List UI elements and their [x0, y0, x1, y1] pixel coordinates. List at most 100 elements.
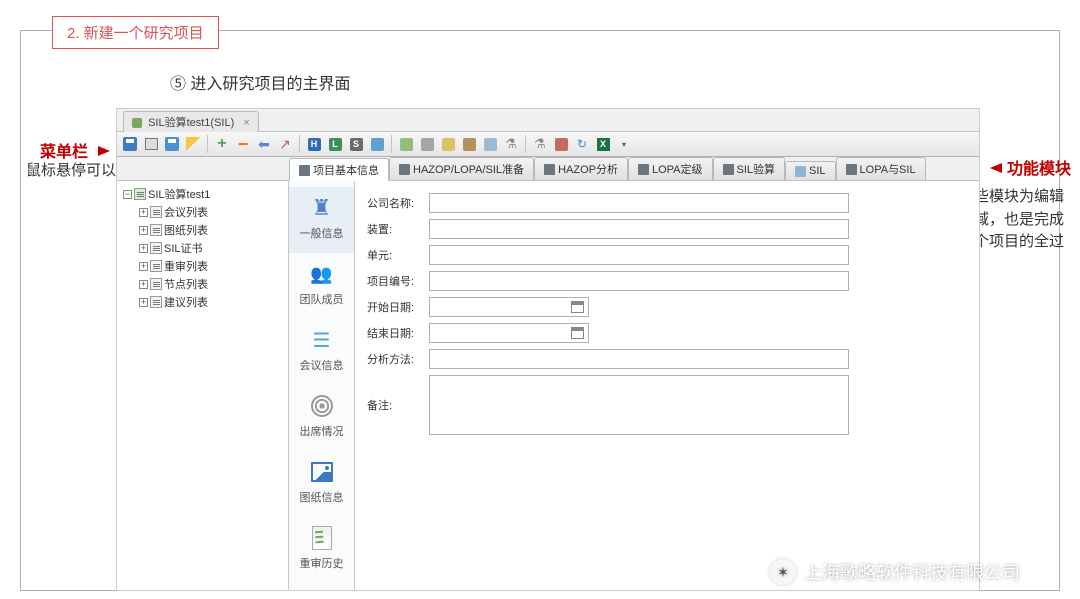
att-icon	[307, 393, 337, 419]
unit-input[interactable]	[429, 245, 849, 265]
toolbar-arrowOut-button[interactable]: ↗	[276, 135, 294, 153]
company-label: 公司名称:	[367, 195, 429, 211]
startdate-input[interactable]	[429, 297, 589, 317]
unit-label: 单元:	[367, 247, 429, 263]
form-area: 公司名称: 装置: 单元: 项目编号: 开始日期: 结束日期:	[355, 181, 979, 590]
team-icon: 👥	[307, 261, 337, 287]
calendar-icon	[571, 327, 584, 339]
tree-item-label: SIL证书	[164, 240, 203, 256]
sidenav-img[interactable]: 图纸信息	[289, 451, 354, 517]
sidenav-info[interactable]: ♜一般信息	[289, 187, 354, 253]
toolbar-flag-button[interactable]	[552, 135, 570, 153]
wechat-icon: ✶	[770, 559, 796, 585]
info-icon: ♜	[307, 195, 337, 221]
toolbar-sheet2-button[interactable]	[481, 135, 499, 153]
sidenav-label: 重审历史	[300, 555, 344, 571]
module-tab-4[interactable]: SIL验算	[713, 157, 786, 180]
module-tab-0[interactable]: 项目基本信息	[289, 158, 389, 181]
toolbar-excel-button[interactable]: X	[594, 135, 612, 153]
toolbar-save-button[interactable]	[121, 135, 139, 153]
doc-tab-label: SIL验算test1(SIL)	[148, 117, 234, 129]
sidenav-att[interactable]: 出席情况	[289, 385, 354, 451]
sidenav-meet[interactable]: ☰会议信息	[289, 319, 354, 385]
module-tab-label: HAZOP/LOPA/SIL准备	[413, 161, 524, 177]
module-tab-3[interactable]: LOPA定级	[628, 157, 713, 180]
expand-icon[interactable]: +	[139, 298, 148, 307]
tree-root-label: SIL验算test1	[148, 186, 210, 202]
watermark-text: 上海歌略软件科技有限公司	[804, 559, 1020, 585]
toolbar-copy-button[interactable]	[368, 135, 386, 153]
toolbar-refresh-button[interactable]: ↻	[573, 135, 591, 153]
toolbar-arrowL-button[interactable]: ⬅	[255, 135, 273, 153]
toolbar-lock-button[interactable]	[460, 135, 478, 153]
document-tabs: SIL验算test1(SIL) ×	[117, 109, 979, 131]
tree-panel[interactable]: −SIL验算test1+会议列表+图纸列表+SIL证书+重审列表+节点列表+建议…	[117, 181, 289, 590]
module-tab-label: LOPA定级	[652, 161, 703, 177]
module-tab-1[interactable]: HAZOP/LOPA/SIL准备	[389, 157, 534, 180]
device-input[interactable]	[429, 219, 849, 239]
expand-icon[interactable]: +	[139, 262, 148, 271]
toolbar-flask-button[interactable]: ⚗	[502, 135, 520, 153]
module-tab-2[interactable]: HAZOP分析	[534, 157, 628, 180]
tree-item-5[interactable]: +建议列表	[119, 293, 286, 311]
img-icon	[307, 459, 337, 485]
module-tab-label: 项目基本信息	[313, 162, 379, 178]
module-tab-label: HAZOP分析	[558, 161, 618, 177]
toolbar-down-button[interactable]: ▾	[615, 135, 633, 153]
remark-input[interactable]	[429, 375, 849, 435]
module-tab-icon	[399, 164, 410, 175]
app-frame: SIL验算test1(SIL) × +−⬅↗HLS⚗⚗↻X▾ 项目基本信息HAZ…	[116, 108, 980, 591]
toolbar-doc-button[interactable]	[397, 135, 415, 153]
projectno-input[interactable]	[429, 271, 849, 291]
calendar-icon	[571, 301, 584, 313]
module-tab-label: SIL	[809, 165, 826, 177]
tree-item-label: 节点列表	[164, 276, 208, 292]
tree-root[interactable]: − SIL验算test1	[119, 185, 286, 203]
toolbar-note-button[interactable]	[439, 135, 457, 153]
toolbar-minus-button[interactable]: −	[234, 135, 252, 153]
toolbar-plus-button[interactable]: +	[213, 135, 231, 153]
module-tab-icon	[846, 164, 857, 175]
expand-icon[interactable]: +	[139, 244, 148, 253]
toolbar-sheet-button[interactable]	[418, 135, 436, 153]
enddate-input[interactable]	[429, 323, 589, 343]
method-input[interactable]	[429, 349, 849, 369]
sidenav-cert[interactable]: SIL证书	[289, 583, 354, 591]
company-input[interactable]	[429, 193, 849, 213]
module-tab-5[interactable]: SIL	[785, 161, 836, 180]
anno-arrow-icon	[990, 163, 1002, 173]
tree-item-label: 重审列表	[164, 258, 208, 274]
list-icon	[150, 278, 162, 290]
sidenav-label: 会议信息	[300, 357, 344, 373]
module-tab-icon	[544, 164, 555, 175]
collapse-icon[interactable]: −	[123, 190, 132, 199]
sidenav-hist[interactable]: 重审历史	[289, 517, 354, 583]
expand-icon[interactable]: +	[139, 226, 148, 235]
enddate-label: 结束日期:	[367, 325, 429, 341]
tree-item-0[interactable]: +会议列表	[119, 203, 286, 221]
step-tag: 2. 新建一个研究项目	[52, 16, 219, 49]
toolbar-print-button[interactable]	[142, 135, 160, 153]
hist-icon	[307, 525, 337, 551]
tree-item-label: 图纸列表	[164, 222, 208, 238]
toolbar-L-button[interactable]: L	[326, 135, 344, 153]
tree-item-1[interactable]: + 图纸列表	[119, 221, 286, 239]
module-tab-icon	[795, 166, 806, 177]
doc-tab[interactable]: SIL验算test1(SIL) ×	[123, 111, 259, 132]
sidenav-label: 团队成员	[300, 291, 344, 307]
toolbar-H-button[interactable]: H	[305, 135, 323, 153]
toolbar-save2-button[interactable]	[163, 135, 181, 153]
tree-item-4[interactable]: + 节点列表	[119, 275, 286, 293]
tree-item-2[interactable]: + SIL证书	[119, 239, 286, 257]
device-label: 装置:	[367, 221, 429, 237]
toolbar-pencil-button[interactable]	[184, 135, 202, 153]
expand-icon[interactable]: +	[139, 208, 148, 217]
close-icon[interactable]: ×	[243, 117, 249, 129]
sidenav-team[interactable]: 👥 团队成员	[289, 253, 354, 319]
toolbar-S-button[interactable]: S	[347, 135, 365, 153]
toolbar-flask2-button[interactable]: ⚗	[531, 135, 549, 153]
tree-item-3[interactable]: + 重审列表	[119, 257, 286, 275]
expand-icon[interactable]: +	[139, 280, 148, 289]
project-icon	[134, 188, 146, 200]
module-tab-6[interactable]: LOPA与SIL	[836, 157, 926, 180]
